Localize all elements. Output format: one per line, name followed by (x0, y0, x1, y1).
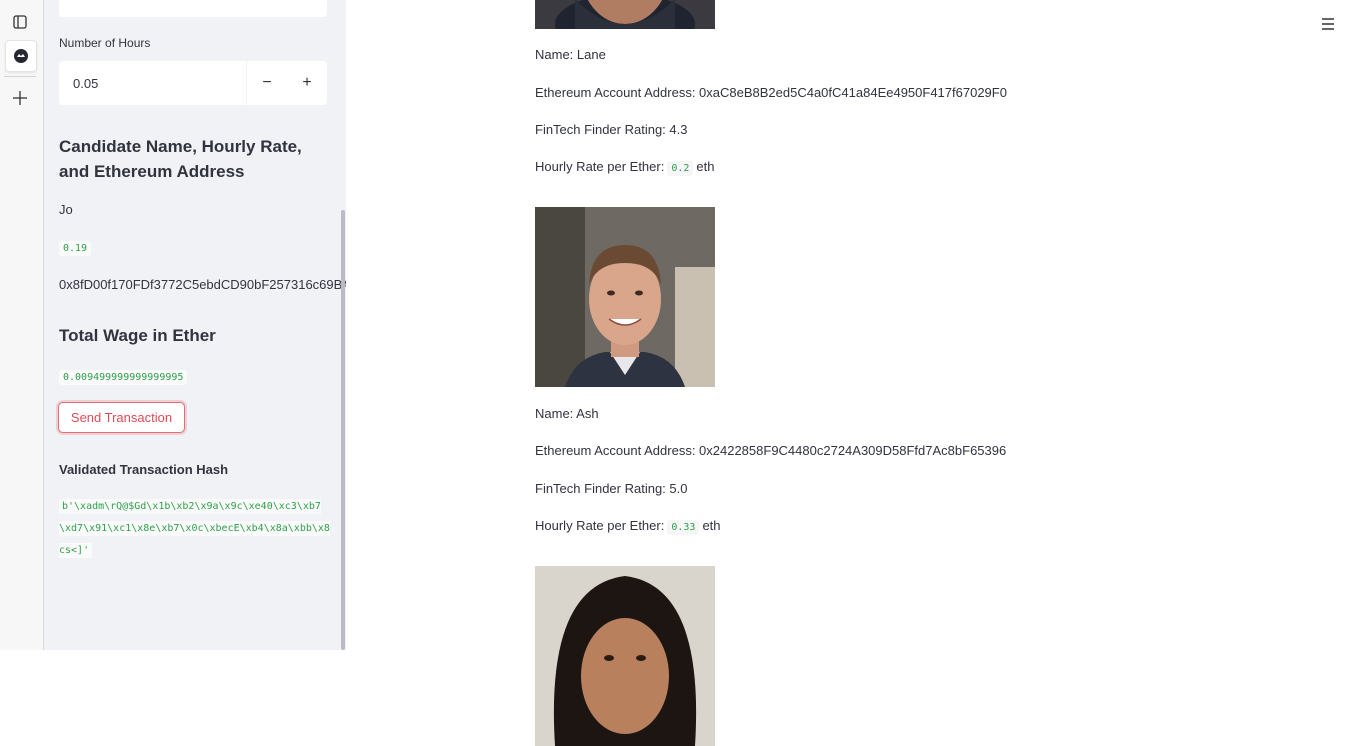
send-transaction-button[interactable]: Send Transaction (58, 402, 185, 433)
candidate-address: Ethereum Account Address: 0xaC8eB8B2ed5C… (535, 85, 1007, 100)
candidate-hourly-rate: Hourly Rate per Ether: 0.2 eth (535, 159, 715, 176)
app-logo-icon[interactable] (5, 40, 37, 72)
candidate-name: Jo (59, 202, 73, 217)
candidate-address: 0x8fD00f170FDf3772C5ebdCD90bF257316c69BA (59, 277, 346, 292)
candidate-hourly-rate: Hourly Rate per Ether: 0.33 eth (535, 518, 721, 535)
rate-value: 0.2 (667, 161, 694, 176)
transaction-hash-value: b'\xadm\rQ@$Gd\x1b\xb2\x9a\x9c\xe40\xc3\… (59, 499, 330, 558)
wage-value: 0.009499999999999995 (59, 370, 188, 385)
candidate-name: Name: Ash (535, 406, 599, 421)
plus-icon[interactable] (5, 83, 35, 113)
candidate-rating: FinTech Finder Rating: 5.0 (535, 481, 688, 496)
candidate-rate: 0.19 (59, 241, 92, 256)
rate-unit: eth (702, 518, 721, 533)
candidate-photo (535, 566, 715, 746)
candidate-address: Ethereum Account Address: 0x2422858F9C44… (535, 443, 1007, 458)
hours-number-input: 0.05 − + (59, 61, 327, 105)
hours-label: Number of Hours (59, 36, 151, 50)
wage-heading: Total Wage in Ether (59, 326, 216, 345)
sidebar: Number of Hours 0.05 − + Candidate Name,… (44, 0, 346, 650)
candidate-photo (535, 0, 715, 29)
hamburger-menu-icon[interactable] (1320, 16, 1336, 32)
candidate-rating: FinTech Finder Rating: 4.3 (535, 122, 688, 137)
candidate-photo (535, 207, 715, 387)
rate-label: Hourly Rate per Ether: (535, 159, 665, 174)
rate-value: 0.33 (667, 520, 700, 535)
sidebar-scrollbar[interactable] (341, 210, 345, 650)
rate-label: Hourly Rate per Ether: (535, 518, 665, 533)
transaction-hash: b'\xadm\rQ@$Gd\x1b\xb2\x9a\x9c\xe40\xc3\… (59, 496, 331, 562)
main-content: Name: Lane Ethereum Account Address: 0xa… (346, 0, 1356, 746)
increment-button[interactable]: + (287, 61, 327, 105)
hash-heading: Validated Transaction Hash (59, 462, 229, 477)
rail-divider (4, 76, 36, 77)
candidate-name: Name: Lane (535, 47, 606, 62)
app-rail (0, 0, 44, 650)
candidate-select[interactable] (59, 0, 327, 17)
hours-input-value[interactable]: 0.05 (59, 76, 246, 91)
candidate-heading: Candidate Name, Hourly Rate, and Ethereu… (59, 137, 302, 181)
rate-unit: eth (696, 159, 715, 174)
panel-icon[interactable] (5, 7, 35, 37)
decrement-button[interactable]: − (246, 61, 287, 105)
